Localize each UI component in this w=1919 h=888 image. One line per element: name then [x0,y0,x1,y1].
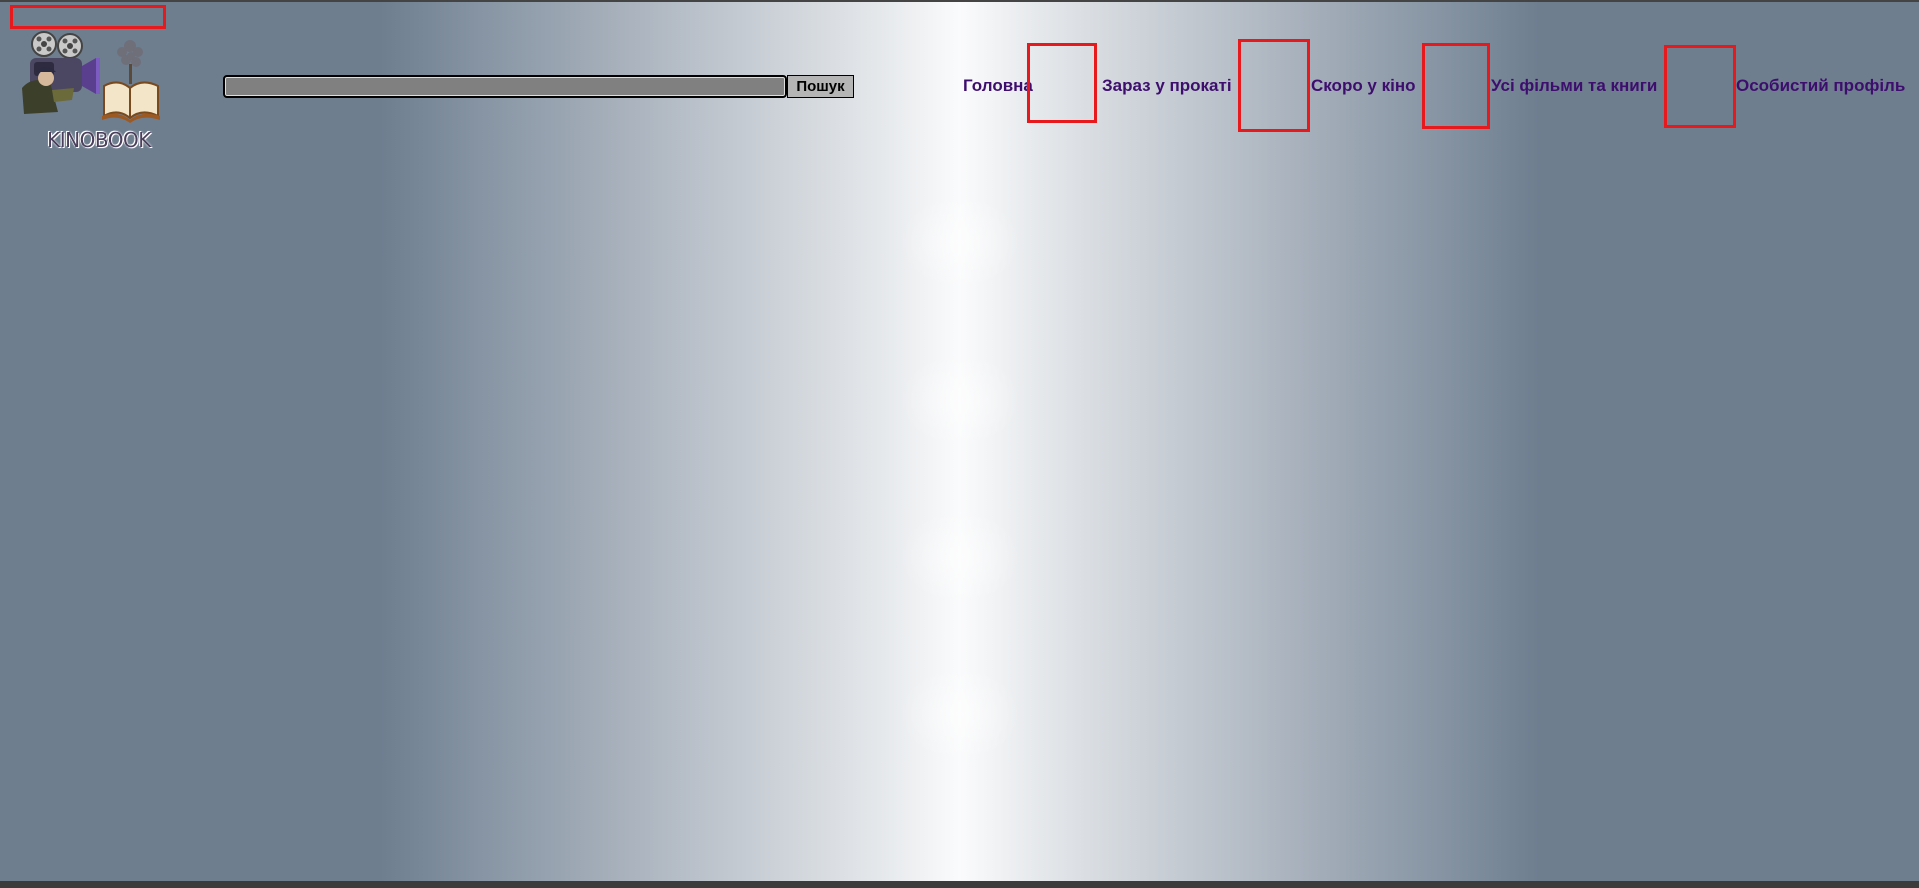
film-projector-and-book-icon [22,31,160,123]
highlight-box [1664,45,1736,128]
highlight-box [1238,39,1310,132]
bottom-bar [0,881,1919,888]
nav-link-coming-soon[interactable]: Скоро у кіно [1311,76,1416,96]
nav-link-home[interactable]: Головна [963,76,1033,96]
search-button[interactable]: Пошук [787,75,854,98]
highlight-box [1027,43,1097,123]
logo-text: KINOBOOK [47,128,151,152]
nav-link-personal-profile[interactable]: Особистий профіль [1736,76,1905,96]
page-background: KINOBOOK Пошук Головна Зараз у прокаті С… [0,0,1919,881]
nav-link-all-films-and-books[interactable]: Усі фільми та книги [1491,76,1657,96]
nav-link-now-showing[interactable]: Зараз у прокаті [1102,76,1232,96]
search-input[interactable] [223,75,787,98]
highlight-box [1422,43,1490,129]
highlight-box [10,5,166,29]
site-logo[interactable]: KINOBOOK [12,28,164,152]
